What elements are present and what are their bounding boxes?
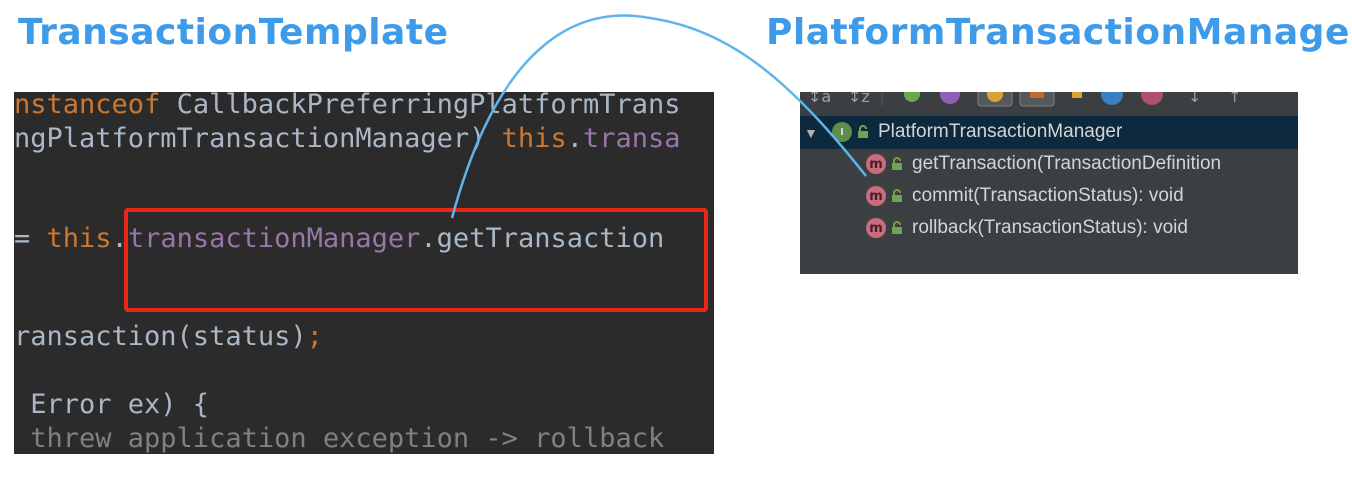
code-token: Error ex) { [14, 389, 210, 420]
code-line: Error ex) { [14, 388, 209, 422]
code-token: ransaction(status) [14, 321, 307, 352]
method-name: rollback(TransactionStatus): void [912, 217, 1188, 238]
public-lock-icon [892, 157, 902, 170]
structure-toolbar: ↕a ↕z ↓ ↑ [800, 92, 1298, 114]
expand-all-icon: ↓ [1188, 92, 1201, 106]
code-line: threw application exception -> rollback [14, 422, 664, 454]
public-lock-icon [892, 221, 902, 234]
show-inherited-icon [940, 92, 960, 104]
collapse-all-icon: ↑ [1228, 92, 1241, 106]
code-token: CallbackPreferringPlatformTrans [176, 92, 681, 120]
show-anonymous-icon [1072, 92, 1082, 98]
tree-row-method[interactable]: m rollback(TransactionStatus): void [866, 212, 1188, 244]
interface-name: PlatformTransactionManager [878, 121, 1123, 142]
structure-panel: ↕a ↕z ↓ ↑ ▼ I PlatformTransactionManager… [800, 92, 1298, 274]
code-token: nstanceof [14, 92, 177, 120]
code-token: transa [582, 123, 681, 154]
show-lambdas-icon [1101, 92, 1123, 105]
code-editor-panel: nstanceof CallbackPreferringPlatformTran… [14, 92, 714, 454]
interface-icon: I [832, 122, 852, 142]
code-line: nstanceof CallbackPreferringPlatformTran… [14, 92, 680, 122]
transaction-template-heading: TransactionTemplate [18, 12, 449, 53]
sort-alpha-icon: ↕z [848, 92, 870, 106]
platform-transaction-manager-heading: PlatformTransactionManager [766, 12, 1352, 53]
code-line: ransaction(status); [14, 320, 323, 354]
code-highlight-box [124, 208, 708, 312]
code-token: ; [306, 321, 323, 352]
expand-arrow-icon[interactable]: ▼ [804, 125, 818, 141]
method-icon: m [866, 154, 886, 174]
code-token: this [501, 123, 567, 154]
method-name: getTransaction(TransactionDefinition [912, 153, 1222, 174]
method-icon: m [866, 218, 886, 238]
tree-row-method[interactable]: m getTransaction(TransactionDefinition [866, 148, 1221, 180]
sort-by-type-icon: ↕a [808, 92, 831, 106]
code-token: . [566, 123, 583, 154]
code-token: this [46, 223, 112, 254]
code-line: ngPlatformTransactionManager) this.trans… [14, 122, 681, 156]
code-token: ngPlatformTransactionManager) [14, 123, 502, 154]
method-name: commit(TransactionStatus): void [912, 185, 1184, 206]
tree-row-method[interactable]: m commit(TransactionStatus): void [866, 180, 1184, 212]
toolbar-icons: ↕a ↕z ↓ ↑ [808, 92, 1241, 107]
method-icon: m [866, 186, 886, 206]
tree-row-interface[interactable]: ▼ I PlatformTransactionManager [804, 116, 1122, 148]
public-lock-icon [858, 125, 868, 138]
code-token: = [14, 223, 47, 254]
show-fields-icon [904, 92, 920, 102]
show-annotations-icon [1141, 92, 1163, 105]
code-token: threw application exception -> rollback [14, 423, 665, 454]
public-lock-icon [892, 189, 902, 202]
